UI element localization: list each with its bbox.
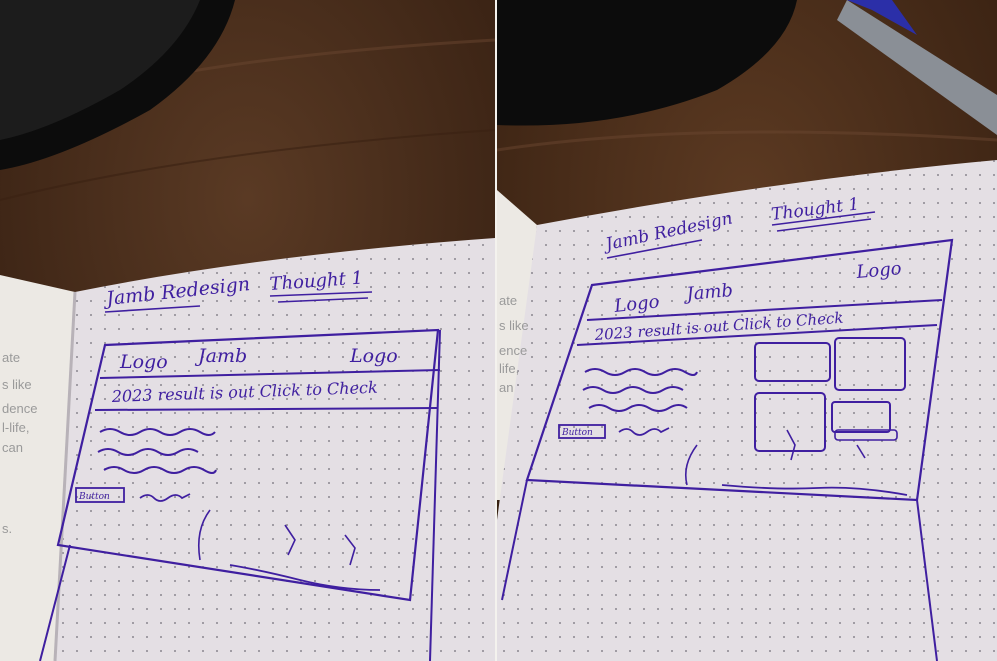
book-text-line: an — [499, 380, 513, 395]
book-text-line: s. — [2, 521, 12, 536]
photo-collage: Jamb Redesign Thought 1 Logo Jamb Logo 2… — [0, 0, 997, 661]
navbar-center: Jamb — [194, 345, 247, 367]
book-text-line: can — [2, 440, 23, 455]
book-text-line: ate — [2, 350, 20, 365]
book-text-line: l-life, — [2, 420, 29, 435]
book-text-line: dence — [2, 401, 37, 416]
left-photo-scene: Jamb Redesign Thought 1 Logo Jamb Logo 2… — [0, 0, 495, 661]
navbar-center: Jamb — [682, 280, 734, 305]
book-text-line: s like — [2, 377, 32, 392]
right-photo: Jamb Redesign Thought 1 Logo Jamb Logo 2… — [497, 0, 997, 661]
left-photo: Jamb Redesign Thought 1 Logo Jamb Logo 2… — [0, 0, 495, 661]
button-label: Button — [78, 492, 110, 502]
book-text-line: ence — [499, 343, 527, 358]
button-label: Button — [561, 428, 593, 438]
book-text-line: s like — [499, 318, 529, 333]
navbar-logo-right: Logo — [349, 345, 398, 367]
book-text-line: ate — [499, 293, 517, 308]
book-text-line: life, — [499, 361, 519, 376]
navbar-logo-right: Logo — [855, 258, 903, 283]
navbar-logo-left: Logo — [119, 351, 168, 373]
right-photo-scene: Jamb Redesign Thought 1 Logo Jamb Logo 2… — [497, 0, 997, 661]
